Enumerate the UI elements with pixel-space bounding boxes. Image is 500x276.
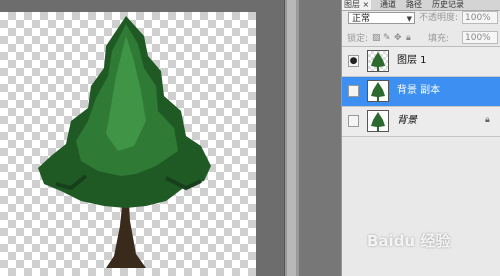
lock-icon: 🔒︎ <box>485 115 490 125</box>
layer-row-2[interactable]: 背景 副本 <box>342 77 500 107</box>
document-canvas[interactable] <box>0 12 256 276</box>
fill-label: 填充: <box>428 34 450 44</box>
layer-row-3[interactable]: 背景 🔒︎ <box>342 107 500 137</box>
blend-mode-select[interactable]: 正常 ▼ <box>348 12 415 24</box>
tree-image <box>38 16 211 268</box>
lock-icon[interactable]: 🔒︎ <box>406 33 411 43</box>
move-icon[interactable]: ✥ <box>394 33 402 43</box>
tab-history[interactable]: 历史记录 <box>430 0 466 10</box>
opacity-input[interactable]: 100% <box>462 11 498 24</box>
watermark: Baidu 经验 <box>367 232 451 250</box>
canvas-area[interactable] <box>0 0 284 276</box>
chevron-down-icon: ▼ <box>406 15 412 23</box>
tab-layers[interactable]: 图层 × <box>342 0 372 10</box>
layer-name: 背景 副本 <box>397 85 441 96</box>
tab-paths[interactable]: 路径 <box>404 0 424 10</box>
eye-icon[interactable]: ● <box>348 55 359 67</box>
brush-icon[interactable]: ✎ <box>383 33 391 43</box>
layer-thumbnail <box>367 110 389 132</box>
layer-row-1[interactable]: ● 图层 1 <box>342 47 500 77</box>
visibility-toggle[interactable] <box>348 85 359 97</box>
blend-mode-value: 正常 <box>352 14 371 24</box>
lock-label: 锁定: <box>347 34 369 44</box>
layer-thumbnail <box>367 50 389 72</box>
fill-input[interactable]: 100% <box>462 31 498 44</box>
layer-name: 图层 1 <box>397 55 427 66</box>
vertical-scrollbar[interactable] <box>284 0 299 276</box>
layer-name: 背景 <box>397 115 417 126</box>
panel-tabs: 图层 × 通道 路径 历史记录 <box>342 0 500 11</box>
lock-transparent-icon[interactable]: ▨ <box>372 33 381 43</box>
scrollbar-thumb[interactable] <box>287 0 296 276</box>
visibility-toggle[interactable] <box>348 115 359 127</box>
opacity-label: 不透明度: <box>419 13 459 23</box>
layer-thumbnail <box>367 80 389 102</box>
tab-channels[interactable]: 通道 <box>378 0 398 10</box>
panel-gap <box>299 0 341 276</box>
